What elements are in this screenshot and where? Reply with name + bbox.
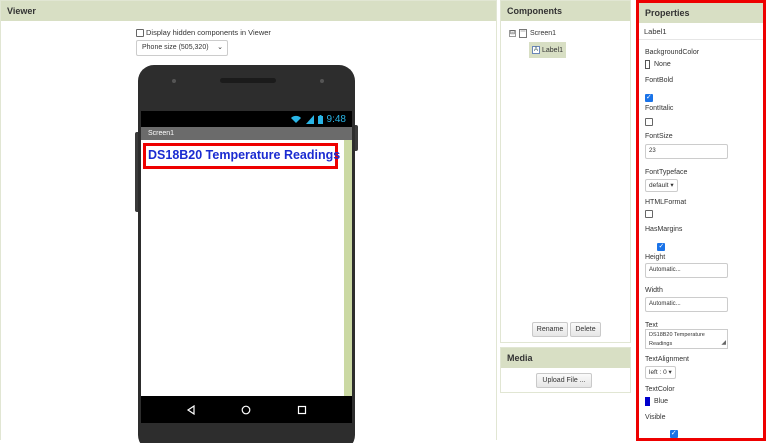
viewer-body: Display hidden components in Viewer Phon…	[1, 21, 496, 443]
label1-text: DS18B20 Temperature Readings	[148, 148, 341, 162]
width-input[interactable]: Automatic...	[645, 297, 728, 312]
display-hidden-row[interactable]: Display hidden components in Viewer	[136, 28, 271, 37]
prop-value-textcolor: Blue	[654, 398, 669, 405]
text-textarea[interactable]: DS18B20 Temperature Readings ◢	[645, 329, 728, 349]
prop-label-hasmargins: HasMargins	[645, 226, 683, 233]
height-input[interactable]: Automatic...	[645, 263, 728, 278]
screen-icon	[519, 29, 527, 38]
textalignment-select[interactable]: left : 0 ▾	[645, 366, 676, 379]
phone-size-select[interactable]: Phone size (505,320) ⌄	[136, 40, 228, 56]
resize-grip-icon[interactable]: ◢	[721, 339, 726, 348]
label1-component[interactable]: DS18B20 Temperature Readings	[143, 143, 341, 169]
label-icon: A	[532, 46, 540, 54]
components-panel: Components ⊟ Screen1 A Label1 Rename Del…	[500, 0, 631, 343]
prop-label-visible: Visible	[645, 414, 666, 421]
prop-label-backgroundcolor: BackgroundColor	[645, 49, 700, 56]
display-hidden-label: Display hidden components in Viewer	[146, 28, 271, 37]
home-icon	[242, 405, 251, 414]
prop-label-fontsize: FontSize	[645, 133, 673, 140]
prop-label-textcolor: TextColor	[645, 386, 675, 393]
selected-component-name: Label1	[639, 23, 763, 40]
phone-sensor	[172, 79, 176, 83]
chevron-down-icon: ⌄	[217, 44, 223, 51]
screen-title-bar: Screen1	[141, 127, 352, 140]
properties-panel: Properties Label1 BackgroundColor None F…	[636, 0, 766, 441]
android-nav-bar	[141, 396, 352, 423]
tree-item-label1[interactable]: A Label1	[529, 42, 567, 58]
viewer-panel: Viewer Display hidden components in View…	[0, 0, 497, 443]
prop-label-htmlformat: HTMLFormat	[645, 199, 687, 206]
caret-down-icon: ▾	[670, 182, 674, 189]
tree-item-screen1[interactable]: ⊟ Screen1	[509, 29, 556, 38]
phone-camera	[320, 79, 324, 83]
properties-header: Properties	[639, 3, 763, 23]
prop-label-text: Text	[645, 322, 658, 329]
color-swatch	[645, 397, 650, 406]
text-line2: Readings	[649, 341, 673, 347]
prop-value-backgroundcolor: None	[654, 61, 671, 68]
fontsize-input[interactable]: 23	[645, 144, 728, 159]
color-swatch	[645, 60, 650, 69]
screen-scrollbar	[344, 140, 352, 396]
recents-icon	[298, 405, 307, 414]
property-list: BackgroundColor None FontBold FontItalic…	[639, 40, 763, 438]
media-panel: Media Upload File ...	[500, 347, 631, 393]
hasmargins-checkbox[interactable]	[657, 242, 666, 251]
fontitalic-checkbox[interactable]	[645, 118, 653, 126]
fonttypeface-select[interactable]: default ▾	[645, 179, 678, 192]
prop-label-textalignment: TextAlignment	[645, 356, 689, 363]
phone-side-button	[135, 132, 138, 212]
htmlformat-checkbox[interactable]	[645, 210, 653, 218]
wifi-icon	[290, 115, 301, 123]
tree-label-label1: Label1	[542, 46, 564, 54]
app-inventor-designer: Viewer Display hidden components in View…	[0, 0, 768, 443]
upload-file-button[interactable]: Upload File ...	[536, 373, 592, 388]
prop-label-fontitalic: FontItalic	[645, 105, 674, 112]
prop-label-fonttypeface: FontTypeface	[645, 169, 688, 176]
status-bar: 9:48	[141, 111, 352, 127]
textalignment-value: left : 0	[649, 369, 667, 376]
rename-button[interactable]: Rename	[532, 322, 568, 337]
prop-label-width: Width	[645, 287, 663, 294]
phone-size-value: Phone size (505,320)	[142, 44, 209, 51]
prop-label-height: Height	[645, 254, 666, 261]
phone-mockup: 9:48 Screen1 DS18B20 Temperature Reading…	[135, 65, 358, 443]
prop-label-fontbold: FontBold	[645, 77, 674, 84]
collapse-icon[interactable]: ⊟	[509, 30, 516, 37]
back-icon	[186, 404, 195, 415]
display-hidden-checkbox[interactable]	[136, 28, 144, 37]
media-header: Media	[501, 348, 630, 368]
prop-backgroundcolor[interactable]: None	[645, 60, 671, 69]
prop-textcolor[interactable]: Blue	[645, 397, 668, 406]
signal-icon	[305, 114, 314, 124]
fonttypeface-value: default	[649, 182, 669, 189]
phone-power-button	[355, 125, 358, 151]
battery-icon	[317, 114, 323, 124]
status-time: 9:48	[326, 113, 346, 125]
components-header: Components	[501, 1, 630, 21]
fontbold-checkbox[interactable]	[645, 93, 653, 102]
text-line1: DS18B20 Temperature	[649, 332, 705, 338]
viewer-header: Viewer	[1, 1, 496, 21]
delete-button[interactable]: Delete	[570, 322, 601, 337]
phone-screen: DS18B20 Temperature Readings	[141, 140, 352, 396]
caret-down-icon: ▾	[668, 369, 672, 376]
tree-label-screen1: Screen1	[530, 30, 557, 37]
component-tree: ⊟ Screen1 A Label1 Rename Delete	[501, 21, 630, 344]
visible-checkbox[interactable]	[669, 429, 678, 438]
phone-speaker	[220, 78, 276, 83]
